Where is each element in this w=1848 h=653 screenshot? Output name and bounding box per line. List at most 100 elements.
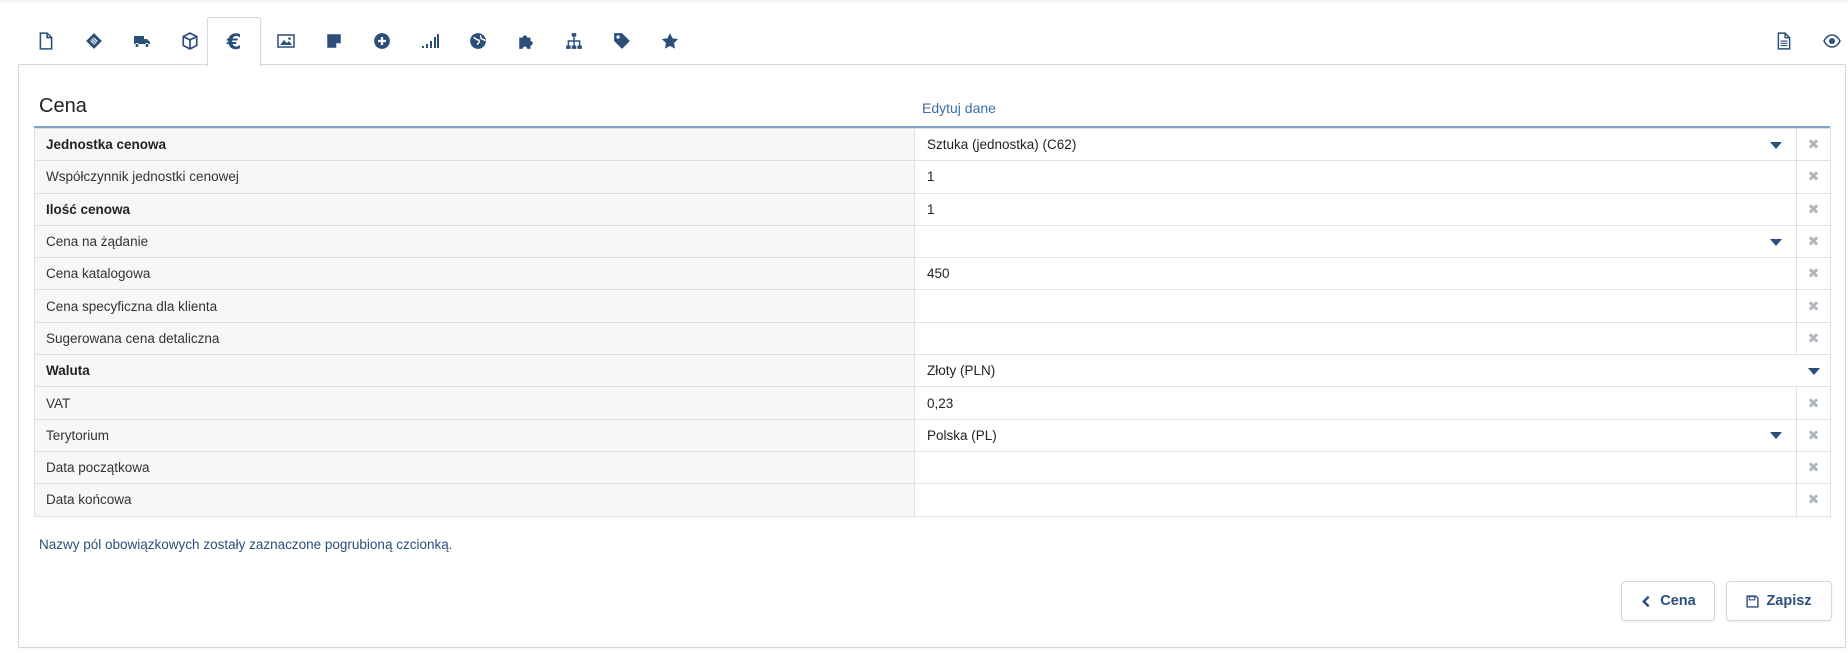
clear-field-button[interactable]: ✖: [1796, 321, 1831, 356]
field-label: Terytorium: [34, 418, 915, 452]
field-input[interactable]: 450: [914, 257, 1797, 291]
clear-field-button[interactable]: ✖: [1796, 192, 1831, 226]
document-lines-icon: [1777, 32, 1791, 50]
clear-field-button[interactable]: ✖: [1796, 160, 1831, 194]
tab-media[interactable]: [260, 17, 312, 65]
caret-down-icon[interactable]: [1770, 432, 1782, 440]
clear-field-button[interactable]: ✖: [1796, 450, 1831, 485]
field-input[interactable]: [914, 321, 1797, 356]
tab-bar: €: [20, 17, 1842, 67]
tab-attributes[interactable]: [596, 17, 648, 65]
field-label: Data początkowa: [34, 450, 915, 485]
field-row: Współczynnik jednostki cenowej 1 ✖: [34, 160, 1831, 194]
field-input[interactable]: [914, 483, 1797, 517]
close-icon: ✖: [1807, 168, 1820, 185]
field-value: Złoty (PLN): [927, 363, 996, 379]
close-icon: ✖: [1807, 297, 1820, 314]
tag-icon: [614, 33, 630, 49]
close-icon: ✖: [1807, 491, 1820, 508]
close-icon: ✖: [1807, 265, 1820, 282]
field-select[interactable]: Złoty (PLN): [914, 354, 1831, 388]
field-label: Cena katalogowa: [34, 257, 915, 291]
tab-preview[interactable]: [1806, 17, 1848, 65]
price-panel: Cena Edytuj dane Jednostka cenowa Sztuka …: [18, 64, 1846, 648]
tab-notes[interactable]: [308, 17, 360, 65]
euro-icon: €: [226, 30, 242, 54]
fields-table: Jednostka cenowa Sztuka (jednostka) (C62)…: [34, 127, 1831, 517]
clear-field-button[interactable]: ✖: [1796, 127, 1831, 162]
tab-logistics[interactable]: [116, 17, 168, 65]
floppy-disk-icon: [1746, 594, 1760, 608]
tab-structure[interactable]: [548, 17, 600, 65]
field-label: Sugerowana cena detaliczna: [34, 321, 915, 356]
caret-down-icon[interactable]: [1808, 367, 1820, 375]
clear-field-button[interactable]: ✖: [1796, 418, 1831, 452]
tab-identifiers[interactable]: [68, 17, 120, 65]
field-label: Cena na żądanie: [34, 224, 915, 259]
clear-field-button[interactable]: ✖: [1796, 483, 1831, 517]
field-value: 1: [927, 169, 935, 185]
field-label: Ilość cenowa: [34, 192, 915, 226]
edit-data-link[interactable]: Edytuj dane: [922, 100, 996, 116]
tab-favorites[interactable]: [644, 17, 696, 65]
save-button[interactable]: Zapisz: [1726, 581, 1832, 621]
field-row: Terytorium Polska (PL) ✖: [34, 418, 1831, 452]
field-select[interactable]: Polska (PL): [914, 418, 1797, 452]
tab-components[interactable]: [500, 17, 552, 65]
close-icon: ✖: [1807, 459, 1820, 476]
field-input[interactable]: 0,23: [914, 386, 1797, 420]
field-label: Jednostka cenowa: [34, 127, 915, 162]
tab-document-view[interactable]: [1758, 17, 1810, 65]
clear-field-button[interactable]: ✖: [1796, 257, 1831, 291]
star-icon: [661, 33, 679, 49]
sitemap-icon: [566, 33, 582, 49]
tab-statistics[interactable]: [404, 17, 456, 65]
caret-down-icon[interactable]: [1770, 238, 1782, 246]
close-icon: ✖: [1807, 394, 1820, 411]
field-row: Sugerowana cena detaliczna ✖: [34, 321, 1831, 356]
chevron-left-icon: [1642, 595, 1650, 607]
file-icon: [39, 32, 53, 50]
plus-circle-icon: [374, 33, 390, 49]
close-icon: ✖: [1807, 200, 1820, 217]
close-icon: ✖: [1807, 233, 1820, 250]
field-row: Waluta Złoty (PLN): [34, 354, 1831, 388]
clear-field-button[interactable]: ✖: [1796, 386, 1831, 420]
field-row: Data końcowa ✖: [34, 483, 1831, 517]
tab-additional[interactable]: [356, 17, 408, 65]
field-value: 0,23: [927, 395, 954, 411]
clear-field-button[interactable]: ✖: [1796, 289, 1831, 323]
field-input[interactable]: 1: [914, 160, 1797, 194]
field-row: Ilość cenowa 1 ✖: [34, 192, 1831, 226]
caret-down-icon[interactable]: [1770, 141, 1782, 149]
back-button-label: Cena: [1660, 593, 1696, 609]
note-icon: [327, 34, 341, 48]
field-row: Data początkowa ✖: [34, 450, 1831, 485]
close-icon: ✖: [1807, 136, 1820, 153]
tab-general[interactable]: [20, 17, 72, 65]
field-row: Cena katalogowa 450 ✖: [34, 257, 1831, 291]
field-select[interactable]: [914, 224, 1797, 259]
clear-field-button[interactable]: ✖: [1796, 224, 1831, 259]
back-to-price-button[interactable]: Cena: [1621, 581, 1715, 621]
image-icon: [277, 34, 295, 48]
field-row: Jednostka cenowa Sztuka (jednostka) (C62)…: [34, 127, 1831, 162]
truck-icon: [134, 36, 150, 48]
field-label: Waluta: [34, 354, 915, 388]
field-input[interactable]: 1: [914, 192, 1797, 226]
signal-bars-icon: [422, 34, 439, 48]
barcode-tag-icon: [86, 33, 102, 49]
save-button-label: Zapisz: [1766, 593, 1812, 609]
field-select[interactable]: Sztuka (jednostka) (C62): [914, 127, 1797, 162]
field-value: Polska (PL): [927, 427, 997, 443]
page-title: Cena: [39, 95, 87, 117]
field-row: Cena na żądanie ✖: [34, 224, 1831, 259]
tab-countries[interactable]: [452, 17, 504, 65]
globe-icon: [470, 33, 486, 49]
required-fields-hint: Nazwy pól obowiązkowych zostały zaznaczo…: [39, 537, 453, 552]
tab-price[interactable]: €: [207, 17, 261, 67]
puzzle-icon: [519, 35, 533, 49]
field-input[interactable]: [914, 450, 1797, 485]
field-value: Sztuka (jednostka) (C62): [927, 137, 1077, 153]
field-input[interactable]: [914, 289, 1797, 323]
